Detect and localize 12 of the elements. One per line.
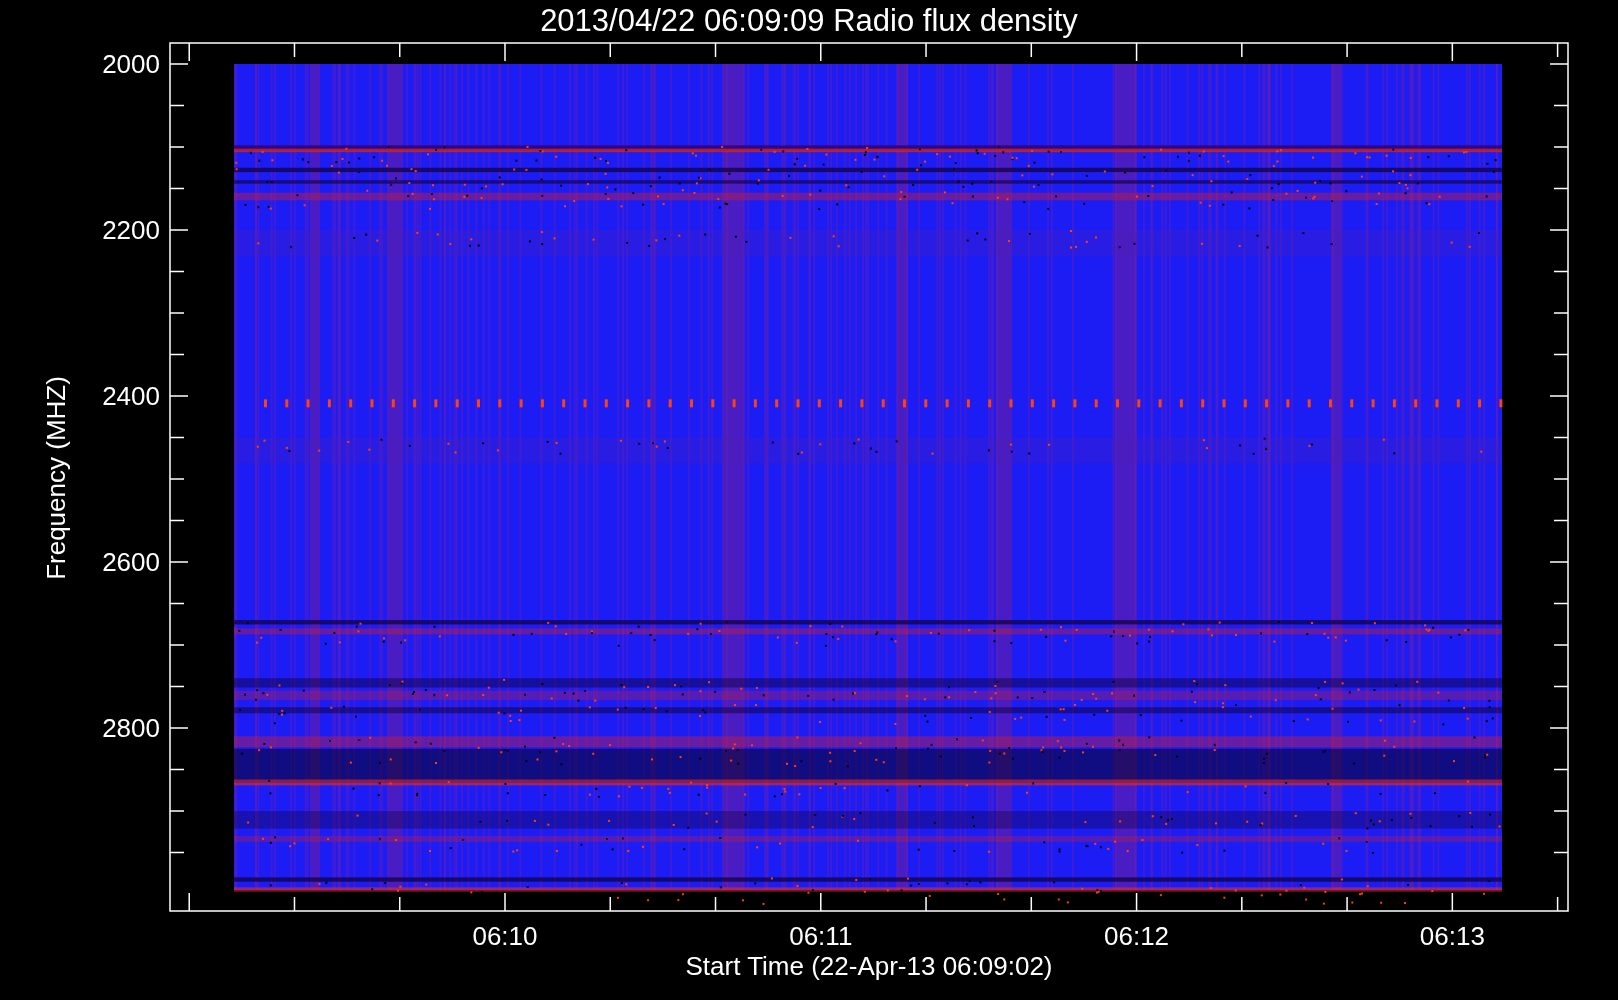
x-tick-label: 06:12	[1104, 921, 1170, 951]
y-tick-label: 2000	[102, 49, 160, 79]
x-tick-label: 06:10	[472, 921, 538, 951]
x-axis-label: Start Time (22-Apr-13 06:09:02)	[685, 951, 1053, 981]
y-tick-label: 2600	[102, 547, 160, 577]
x-tick-label: 06:13	[1419, 921, 1485, 951]
x-tick-label: 06:11	[789, 921, 853, 951]
y-axis-label: Frequency (MHZ)	[41, 376, 71, 580]
chart-title: 2013/04/22 06:09:09 Radio flux density	[540, 3, 1078, 38]
y-tick-label: 2200	[102, 215, 160, 245]
y-tick-label: 2800	[102, 713, 160, 743]
y-tick-label: 2400	[102, 381, 160, 411]
